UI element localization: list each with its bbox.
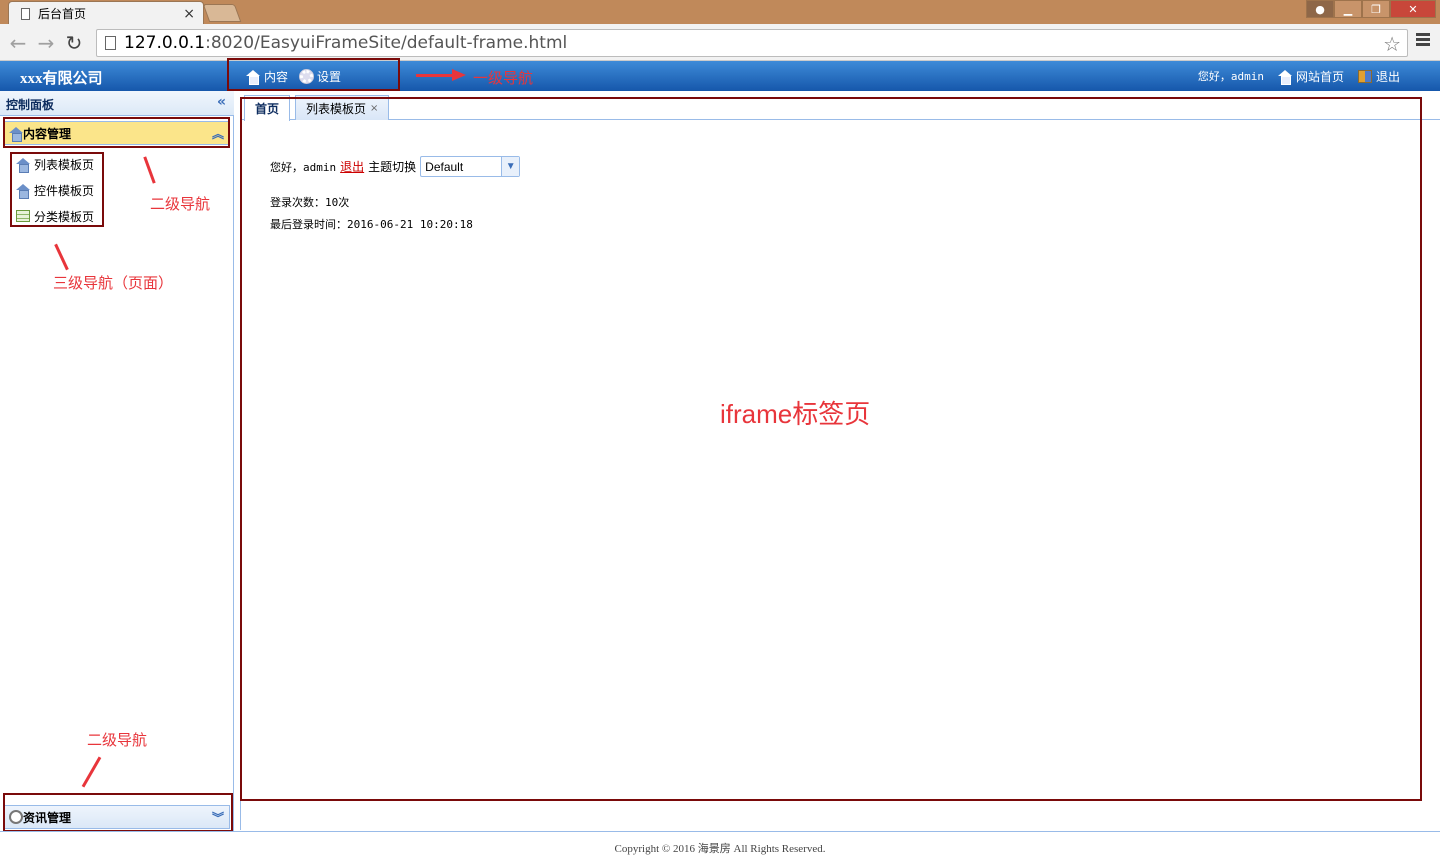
collapse-sidebar-icon[interactable]: «: [217, 94, 226, 110]
restore-button[interactable]: ❐: [1362, 0, 1390, 18]
reload-icon[interactable]: ↻: [62, 31, 86, 55]
address-bar[interactable]: 127.0.0.1:8020/EasyuiFrameSite/default-f…: [96, 29, 1408, 57]
browser-titlebar: 后台首页 × ● ▁ ❐ ✕: [0, 0, 1440, 25]
forward-icon[interactable]: →: [34, 31, 58, 55]
url-host: 127.0.0.1: [124, 33, 206, 53]
new-tab-button[interactable]: [202, 4, 242, 22]
annotation-level2-bottom: 二级导航: [87, 731, 148, 749]
footer-copyright: Copyright © 2016 海景房 All Rights Reserved…: [0, 831, 1440, 861]
browser-toolbar: ← → ↻ 127.0.0.1:8020/EasyuiFrameSite/def…: [0, 24, 1440, 61]
sidebar-title: 控制面板 «: [0, 91, 234, 116]
page-icon: [105, 36, 116, 50]
browser-tab[interactable]: 后台首页 ×: [8, 1, 204, 25]
url-path: :8020/EasyuiFrameSite/default-frame.html: [205, 33, 568, 53]
annotation-iframe: iframe标签页: [720, 399, 871, 429]
app-header: xxx有限公司 内容 设置 您好，admin 网站首页 退出: [0, 61, 1440, 91]
bookmark-star-icon[interactable]: ☆: [1383, 32, 1401, 56]
logout-label: 退出: [1375, 70, 1400, 84]
browser-menu-icon[interactable]: [1416, 33, 1430, 48]
browser-tab-title: 后台首页: [38, 7, 87, 21]
annotation-box-level3: [10, 152, 104, 227]
logout-link[interactable]: 退出: [1357, 68, 1400, 85]
minimize-button[interactable]: ▁: [1334, 0, 1362, 18]
annotation-box-level2-top: [3, 117, 230, 148]
back-icon[interactable]: ←: [6, 31, 30, 55]
annotation-level2-top: 二级导航: [150, 195, 211, 213]
arrowhead-icon: [452, 69, 466, 81]
company-name: xxx有限公司: [20, 71, 103, 87]
annotation-box-level1: [227, 58, 400, 91]
page-icon: [21, 7, 30, 20]
header-greeting: 您好，admin: [1197, 70, 1264, 83]
annotation-box-iframe: [240, 97, 1422, 801]
site-home-label: 网站首页: [1295, 70, 1344, 84]
header-user-area: 您好，admin 网站首页 退出: [1198, 68, 1400, 85]
site-home-link[interactable]: 网站首页: [1277, 68, 1344, 85]
window-controls: ● ▁ ❐ ✕: [1306, 0, 1436, 18]
close-window-button[interactable]: ✕: [1390, 0, 1436, 18]
annotation-arrow-level1: [416, 74, 456, 77]
annotation-box-level2-bottom: [3, 793, 233, 832]
annotation-level3: 三级导航（页面）: [53, 274, 174, 292]
user-icon[interactable]: ●: [1306, 0, 1334, 18]
close-tab-icon[interactable]: ×: [183, 6, 195, 22]
home-icon: [1277, 70, 1292, 85]
exit-icon: [1357, 70, 1372, 83]
sidebar-title-text: 控制面板: [6, 98, 55, 112]
annotation-level1: 一级导航: [473, 69, 534, 87]
